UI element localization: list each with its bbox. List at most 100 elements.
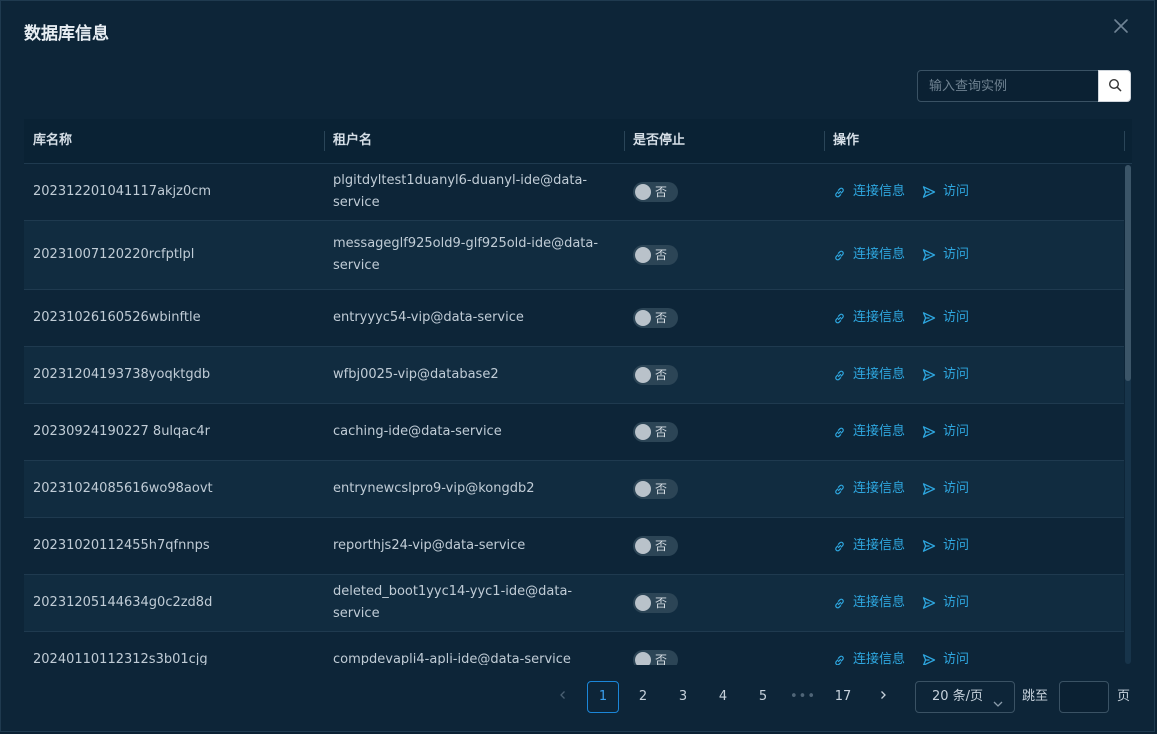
toggle-knob <box>635 424 651 440</box>
toggle-label: 否 <box>655 185 668 199</box>
tenant-name: reporthjs24-vip@data-service <box>333 538 526 553</box>
table-row: 20231020112455h7qfnnps reporthjs24-vip@da… <box>24 518 1124 575</box>
page-label: 页 <box>1117 689 1131 704</box>
scrollbar-thumb[interactable] <box>1125 165 1131 381</box>
send-icon <box>922 425 936 439</box>
tenant-name: entryyyc54-vip@data-service <box>333 310 524 325</box>
visit-label: 访问 <box>943 481 970 496</box>
more-pages-button[interactable]: ••• <box>787 681 819 713</box>
tenant-name: messageglf925old9-glf925old-ide@data-ser… <box>333 236 599 273</box>
table-row: 20231220104111­7akjz0cm plgitdyltest1duan… <box>24 164 1124 221</box>
connection-info-link[interactable]: 连接信息 <box>833 592 905 614</box>
stopped-cell: 否 <box>624 632 824 665</box>
db-name-cell: 20231220104111­7akjz0cm <box>24 164 324 220</box>
connection-info-link[interactable]: 连接信息 <box>833 181 905 203</box>
table-body: 20231220104111­7akjz0cm plgitdyltest1duan… <box>24 164 1124 665</box>
visit-link[interactable]: 访问 <box>922 364 969 386</box>
page-17-button[interactable]: 17 <box>827 681 859 713</box>
stopped-toggle[interactable]: 否 <box>633 245 678 265</box>
visit-link[interactable]: 访问 <box>922 244 969 266</box>
stopped-cell: 否 <box>624 164 824 220</box>
toggle-label: 否 <box>655 539 668 553</box>
connection-info-label: 连接信息 <box>853 367 906 382</box>
tenant-cell: entrynewcslpro9-vip@kongdb2 <box>324 461 624 517</box>
toggle-label: 否 <box>655 425 668 439</box>
close-icon[interactable] <box>1110 15 1132 37</box>
jump-label: 跳至 <box>1022 689 1049 704</box>
db-name: 20231026160526wbinftle <box>33 310 201 325</box>
vertical-scrollbar[interactable] <box>1125 165 1131 664</box>
tenant-cell: reporthjs24-vip@data-service <box>324 518 624 574</box>
page-4-button[interactable]: 4 <box>707 681 739 713</box>
visit-link[interactable]: 访问 <box>922 181 969 203</box>
actions-cell: 连接信息 访问 <box>824 164 1124 220</box>
visit-link[interactable]: 访问 <box>922 421 969 443</box>
page-2-button[interactable]: 2 <box>627 681 659 713</box>
db-name-cell: 20231204193738yoqktgdb <box>24 347 324 403</box>
visit-label: 访问 <box>943 652 970 665</box>
db-name-cell: 20240110112312s3b01cjg <box>24 632 324 665</box>
tenant-name: wfbj0025-vip@database2 <box>333 367 499 382</box>
visit-link[interactable]: 访问 <box>922 307 969 329</box>
stopped-cell: 否 <box>624 404 824 460</box>
search-box <box>917 70 1131 102</box>
toggle-knob <box>635 310 651 326</box>
visit-link[interactable]: 访问 <box>922 592 969 614</box>
toggle-knob <box>635 652 651 665</box>
link-icon <box>833 483 846 496</box>
send-icon <box>922 248 936 262</box>
link-icon <box>833 186 846 199</box>
stopped-cell: 否 <box>624 518 824 574</box>
connection-info-link[interactable]: 连接信息 <box>833 244 905 266</box>
search-icon <box>1108 77 1122 96</box>
stopped-toggle[interactable]: 否 <box>633 182 678 202</box>
table-row: 20231007120220rcfptlpl messageglf925old9-… <box>24 221 1124 290</box>
connection-info-link[interactable]: 连接信息 <box>833 649 905 665</box>
prev-page-button[interactable] <box>547 681 579 713</box>
table-row: 20240110112312s3b01cjg compdevapli4-apli-… <box>24 632 1124 665</box>
search-input[interactable] <box>917 70 1099 102</box>
link-icon <box>833 426 846 439</box>
db-name: 20231020112455h7qfnnps <box>33 538 210 553</box>
page-5-button[interactable]: 5 <box>747 681 779 713</box>
visit-label: 访问 <box>943 595 970 610</box>
next-page-button[interactable] <box>867 681 899 713</box>
visit-link[interactable]: 访问 <box>922 649 969 665</box>
column-header-db-name: 库名称 <box>33 133 73 148</box>
visit-link[interactable]: 访问 <box>922 535 969 557</box>
column-header-tenant: 租户名 <box>333 133 373 148</box>
visit-link[interactable]: 访问 <box>922 478 969 500</box>
connection-info-link[interactable]: 连接信息 <box>833 364 905 386</box>
table-row: 20231026160526wbinftle entryyyc54-vip@dat… <box>24 290 1124 347</box>
db-name: 20231220104111­7akjz0cm <box>33 184 212 199</box>
send-icon <box>922 482 936 496</box>
search-button[interactable] <box>1098 70 1131 102</box>
table-row: 20231205144634g0c2zd8d deleted_boot1yyc14… <box>24 575 1124 632</box>
stopped-toggle[interactable]: 否 <box>633 650 678 665</box>
chevron-right-icon <box>878 689 888 704</box>
jump-page-input[interactable] <box>1059 681 1109 713</box>
stopped-toggle[interactable]: 否 <box>633 593 678 613</box>
connection-info-link[interactable]: 连接信息 <box>833 478 905 500</box>
visit-label: 访问 <box>943 538 970 553</box>
page-1-button[interactable]: 1 <box>587 681 619 713</box>
chevron-down-icon <box>992 692 1004 722</box>
page-3-button[interactable]: 3 <box>667 681 699 713</box>
db-name-cell: 20231024085616wo98aovt <box>24 461 324 517</box>
page-size-value: 20 条/页 <box>932 689 984 704</box>
stopped-cell: 否 <box>624 461 824 517</box>
page-size-select[interactable]: 20 条/页 <box>915 681 1015 713</box>
stopped-toggle[interactable]: 否 <box>633 308 678 328</box>
stopped-toggle[interactable]: 否 <box>633 536 678 556</box>
tenant-cell: deleted_boot1yyc14-yyc1-ide@data-service <box>324 575 624 631</box>
stopped-toggle[interactable]: 否 <box>633 479 678 499</box>
stopped-toggle[interactable]: 否 <box>633 422 678 442</box>
send-icon <box>922 185 936 199</box>
connection-info-link[interactable]: 连接信息 <box>833 421 905 443</box>
toggle-label: 否 <box>655 482 668 496</box>
connection-info-link[interactable]: 连接信息 <box>833 535 905 557</box>
connection-info-link[interactable]: 连接信息 <box>833 307 905 329</box>
stopped-toggle[interactable]: 否 <box>633 365 678 385</box>
connection-info-label: 连接信息 <box>853 595 906 610</box>
visit-label: 访问 <box>943 424 970 439</box>
